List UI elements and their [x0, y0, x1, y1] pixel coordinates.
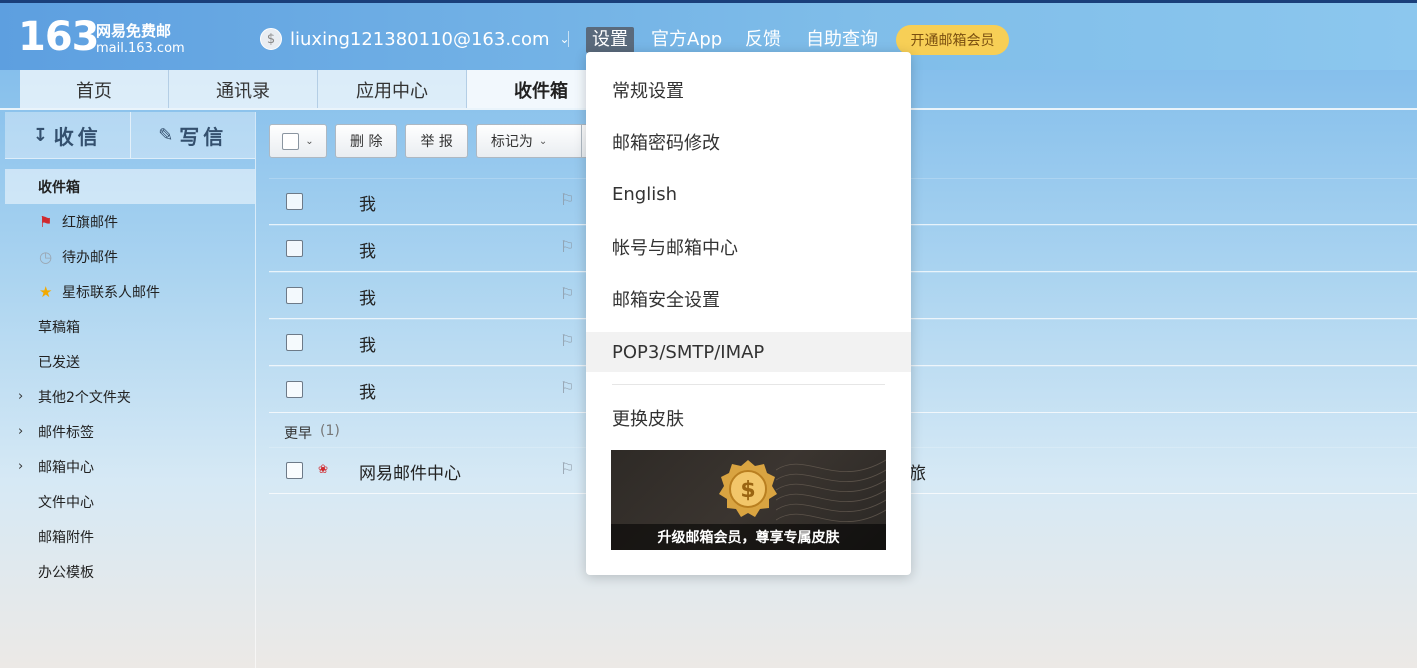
clock-icon: ◷: [39, 247, 53, 266]
folder-file-center[interactable]: 文件中心: [5, 484, 255, 519]
mail-sender: 我: [359, 383, 376, 403]
folder-label: 星标联系人邮件: [62, 284, 160, 301]
report-button[interactable]: 举 报: [405, 124, 468, 158]
folder-office-templates[interactable]: 办公模板: [5, 554, 255, 589]
vip-badge-icon: $: [719, 460, 777, 517]
mail-toolbar: ⌄ 删 除 举 报 标记为 ⌄: [269, 124, 593, 158]
menu-change-password[interactable]: 邮箱密码修改: [586, 122, 911, 162]
folder-label: 草稿箱: [38, 319, 80, 336]
folder-label: 已发送: [38, 354, 80, 371]
menu-security-settings[interactable]: 邮箱安全设置: [586, 279, 911, 319]
tab-contacts[interactable]: 通讯录: [169, 70, 318, 109]
menu-change-skin[interactable]: 更换皮肤: [586, 398, 911, 438]
menu-english[interactable]: English: [586, 174, 911, 214]
logo-number: 163: [18, 14, 99, 60]
write-button[interactable]: ✎ 写信: [129, 112, 256, 158]
folder-label: 其他2个文件夹: [38, 389, 131, 406]
netease-logo-icon: ❀: [318, 462, 329, 476]
chevron-down-icon: ⌄: [305, 135, 314, 147]
mark-as-label: 标记为: [490, 134, 533, 150]
folder-other[interactable]: › 其他2个文件夹: [5, 379, 255, 414]
svg-text:$: $: [740, 478, 755, 503]
mail-sender: 我: [359, 336, 376, 356]
folder-mailbox-center[interactable]: › 邮箱中心: [5, 449, 255, 484]
sidebar: ↧ 收信 ✎ 写信 收件箱 ⚑ 红旗邮件 ◷ 待办邮件 ★ 星标联系人邮件 草稿箱 已…: [5, 112, 256, 668]
tab-app-center[interactable]: 应用中心: [318, 70, 467, 109]
flag-icon[interactable]: ⚐: [560, 284, 574, 303]
group-count: (1): [320, 423, 340, 439]
folder-red-flag[interactable]: ⚑ 红旗邮件: [5, 204, 255, 239]
mark-as-button[interactable]: 标记为 ⌄: [475, 124, 581, 158]
skin-promo-banner[interactable]: $ 升级邮箱会员，尊享专属皮肤: [611, 450, 886, 550]
folder-label: 邮箱附件: [38, 529, 94, 546]
row-checkbox[interactable]: [286, 240, 303, 257]
nav-self-service[interactable]: 自助查询: [806, 27, 878, 53]
menu-general-settings[interactable]: 常规设置: [586, 70, 911, 110]
folder-list: 收件箱 ⚑ 红旗邮件 ◷ 待办邮件 ★ 星标联系人邮件 草稿箱 已发送 › 其他2个文件…: [5, 169, 255, 589]
folder-tags[interactable]: › 邮件标签: [5, 414, 255, 449]
select-all-button[interactable]: ⌄: [269, 124, 327, 158]
select-all-checkbox[interactable]: [282, 132, 300, 150]
folder-drafts[interactable]: 草稿箱: [5, 309, 255, 344]
download-icon: ↧: [32, 124, 48, 146]
account-menu[interactable]: $ liuxing121380110@163.com ⌄: [260, 25, 570, 53]
promo-caption: 升级邮箱会员，尊享专属皮肤: [611, 524, 886, 550]
red-flag-icon: ⚑: [39, 212, 53, 231]
mail-subject: 旅: [909, 464, 926, 484]
folder-attachments[interactable]: 邮箱附件: [5, 519, 255, 554]
vip-button[interactable]: 开通邮箱会员: [896, 25, 1009, 55]
delete-button[interactable]: 删 除: [335, 124, 398, 158]
row-checkbox[interactable]: [286, 287, 303, 304]
mail-sender: 网易邮件中心: [359, 464, 461, 484]
chevron-right-icon[interactable]: ›: [18, 459, 23, 474]
chevron-down-icon: ⌄: [538, 135, 548, 147]
mail-sender: 我: [359, 289, 376, 309]
nav-settings[interactable]: 设置: [586, 27, 634, 53]
menu-pop3-smtp-imap[interactable]: POP3/SMTP/IMAP: [586, 332, 911, 372]
chevron-right-icon[interactable]: ›: [18, 389, 23, 404]
row-checkbox[interactable]: [286, 462, 303, 479]
divider: [568, 31, 569, 47]
folder-inbox[interactable]: 收件箱: [5, 169, 255, 204]
folder-starred[interactable]: ★ 星标联系人邮件: [5, 274, 255, 309]
coin-icon: $: [260, 28, 282, 50]
group-label: 更早: [284, 426, 312, 442]
edit-icon: ✎: [158, 124, 174, 146]
main-tabs: 首页 通讯录 应用中心 收件箱: [20, 70, 616, 109]
nav-official-app[interactable]: 官方App: [651, 27, 722, 53]
nav-feedback[interactable]: 反馈: [745, 27, 781, 53]
write-label: 写信: [179, 124, 228, 149]
mail-sender: 我: [359, 195, 376, 215]
star-icon: ★: [39, 282, 53, 301]
logo-title: 网易免费邮: [96, 22, 172, 40]
folder-label: 文件中心: [38, 494, 94, 511]
folder-label: 红旗邮件: [62, 214, 118, 231]
folder-label: 收件箱: [38, 179, 80, 196]
account-email: liuxing121380110@163.com: [290, 28, 550, 50]
flag-icon[interactable]: ⚐: [560, 331, 574, 350]
menu-divider: [612, 384, 885, 385]
chevron-right-icon[interactable]: ›: [18, 424, 23, 439]
folder-label: 邮件标签: [38, 424, 94, 441]
flag-icon[interactable]: ⚐: [560, 190, 574, 209]
row-checkbox[interactable]: [286, 334, 303, 351]
folder-todo[interactable]: ◷ 待办邮件: [5, 239, 255, 274]
logo-domain: mail.163.com: [96, 41, 185, 56]
receive-label: 收信: [53, 124, 102, 149]
row-checkbox[interactable]: [286, 381, 303, 398]
flag-icon[interactable]: ⚐: [560, 459, 574, 478]
flag-icon[interactable]: ⚐: [560, 378, 574, 397]
folder-label: 待办邮件: [62, 249, 118, 266]
settings-dropdown: 常规设置 邮箱密码修改 English 帐号与邮箱中心 邮箱安全设置 POP3/…: [586, 52, 911, 575]
folder-sent[interactable]: 已发送: [5, 344, 255, 379]
folder-label: 邮箱中心: [38, 459, 94, 476]
folder-label: 办公模板: [38, 564, 94, 581]
menu-account-center[interactable]: 帐号与邮箱中心: [586, 227, 911, 267]
compose-bar: ↧ 收信 ✎ 写信: [5, 112, 255, 159]
row-checkbox[interactable]: [286, 193, 303, 210]
mail-sender: 我: [359, 242, 376, 262]
tab-home[interactable]: 首页: [20, 70, 169, 109]
receive-button[interactable]: ↧ 收信: [5, 112, 130, 158]
flag-icon[interactable]: ⚐: [560, 237, 574, 256]
